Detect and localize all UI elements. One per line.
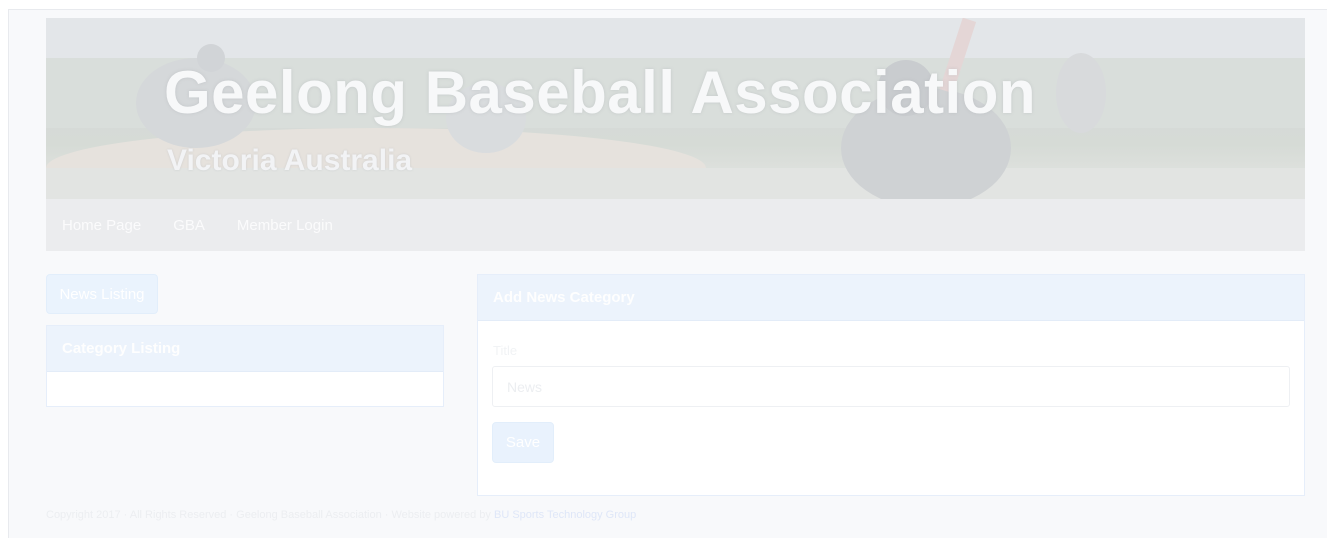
- main-nav: Home Page GBA Member Login: [46, 199, 1305, 251]
- title-input[interactable]: [492, 366, 1290, 407]
- add-news-category-heading: Add News Category: [478, 275, 1304, 321]
- news-listing-button[interactable]: News Listing: [46, 274, 158, 314]
- category-listing-panel: Category Listing: [46, 325, 444, 407]
- header-banner: Geelong Baseball Association Victoria Au…: [46, 18, 1305, 199]
- nav-item-member-login[interactable]: Member Login: [237, 217, 333, 234]
- footer: Copyright 2017 · All Rights Reserved · G…: [46, 509, 636, 521]
- footer-powered-by-link[interactable]: BU Sports Technology Group: [494, 509, 636, 521]
- site-title: Geelong Baseball Association: [164, 59, 1037, 126]
- save-button[interactable]: Save: [492, 422, 554, 463]
- category-listing-heading: Category Listing: [47, 326, 443, 372]
- nav-item-gba[interactable]: GBA: [173, 217, 205, 234]
- footer-copyright: Copyright 2017 · All Rights Reserved · G…: [46, 509, 491, 521]
- title-label: Title: [493, 343, 518, 358]
- add-news-category-panel: Add News Category Title Save: [477, 274, 1305, 496]
- site-subtitle: Victoria Australia: [167, 144, 413, 177]
- nav-item-home-page[interactable]: Home Page: [62, 217, 141, 234]
